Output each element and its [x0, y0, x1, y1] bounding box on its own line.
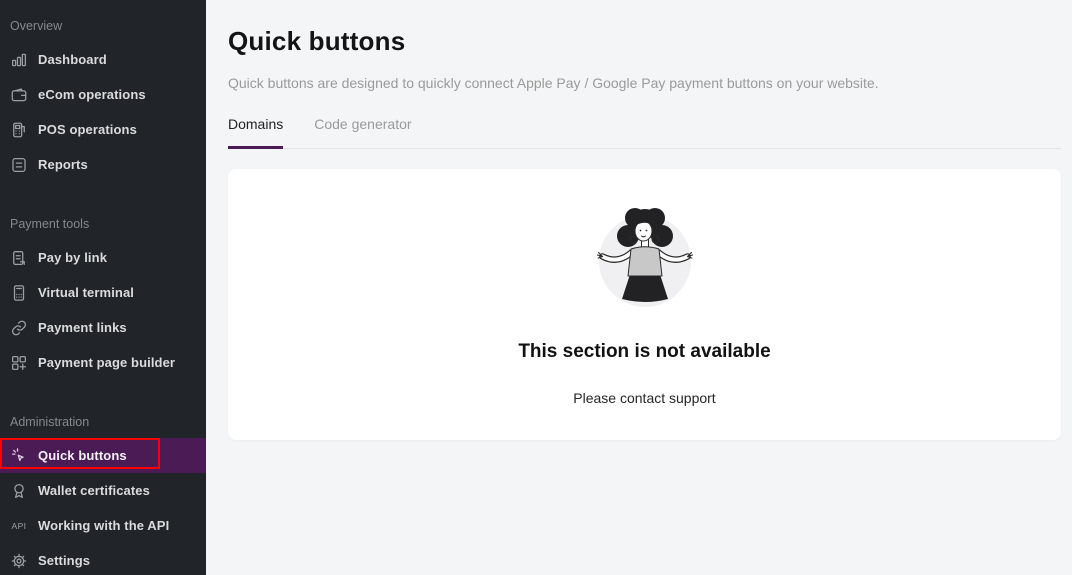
empty-state-title: This section is not available [518, 341, 770, 363]
sidebar-item-label: Payment page builder [38, 355, 175, 370]
sidebar-item-label: Quick buttons [38, 448, 127, 463]
sidebar-section-payment-tools: Payment tools [0, 182, 206, 240]
page-builder-grid-plus-icon [10, 354, 28, 372]
sidebar-item-pos-operations[interactable]: POS operations [0, 112, 206, 147]
sidebar-item-label: Pay by link [38, 250, 107, 265]
sidebar-item-reports[interactable]: Reports [0, 147, 206, 182]
click-spark-icon [10, 447, 28, 465]
sidebar-item-payment-links[interactable]: Payment links [0, 310, 206, 345]
sidebar-item-label: Reports [38, 157, 88, 172]
sidebar-item-quick-buttons[interactable]: Quick buttons [0, 438, 206, 473]
sidebar-item-wallet-certificates[interactable]: Wallet certificates [0, 473, 206, 508]
tab-bar: Domains Code generator [228, 116, 1061, 149]
sidebar-section-administration: Administration [0, 380, 206, 438]
bar-chart-icon [10, 51, 28, 69]
sidebar-item-label: Dashboard [38, 52, 107, 67]
sidebar-item-pay-by-link[interactable]: Pay by link [0, 240, 206, 275]
sidebar-item-label: Wallet certificates [38, 483, 150, 498]
sidebar-item-label: POS operations [38, 122, 137, 137]
sidebar-item-label: Settings [38, 553, 90, 568]
sidebar: Overview Dashboard eCom operations POS o… [0, 0, 206, 575]
sidebar-item-ecom-operations[interactable]: eCom operations [0, 77, 206, 112]
link-icon [10, 319, 28, 337]
certificate-ribbon-icon [10, 482, 28, 500]
sidebar-item-settings[interactable]: Settings [0, 543, 206, 575]
sidebar-item-label: Virtual terminal [38, 285, 134, 300]
terminal-keypad-icon [10, 284, 28, 302]
main-content: Quick buttons Quick buttons are designed… [206, 0, 1072, 575]
page-title: Quick buttons [228, 27, 1061, 55]
sidebar-item-virtual-terminal[interactable]: Virtual terminal [0, 275, 206, 310]
pos-terminal-icon [10, 121, 28, 139]
api-icon: API [10, 517, 28, 535]
tab-code-generator[interactable]: Code generator [314, 116, 411, 149]
page-subtitle: Quick buttons are designed to quickly co… [228, 75, 1061, 91]
report-document-icon [10, 156, 28, 174]
wallet-icon [10, 86, 28, 104]
sidebar-item-label: Payment links [38, 320, 127, 335]
gear-icon [10, 552, 28, 570]
empty-state-subtitle: Please contact support [573, 390, 715, 406]
sidebar-item-dashboard[interactable]: Dashboard [0, 42, 206, 77]
empty-state-card: This section is not available Please con… [228, 169, 1061, 440]
sidebar-item-label: eCom operations [38, 87, 146, 102]
tab-domains[interactable]: Domains [228, 116, 283, 149]
sidebar-item-label: Working with the API [38, 518, 169, 533]
sidebar-item-working-with-the-api[interactable]: API Working with the API [0, 508, 206, 543]
shrugging-woman-illustration [565, 195, 725, 315]
sidebar-item-payment-page-builder[interactable]: Payment page builder [0, 345, 206, 380]
sidebar-section-overview: Overview [0, 0, 206, 42]
invoice-clipboard-icon [10, 249, 28, 267]
